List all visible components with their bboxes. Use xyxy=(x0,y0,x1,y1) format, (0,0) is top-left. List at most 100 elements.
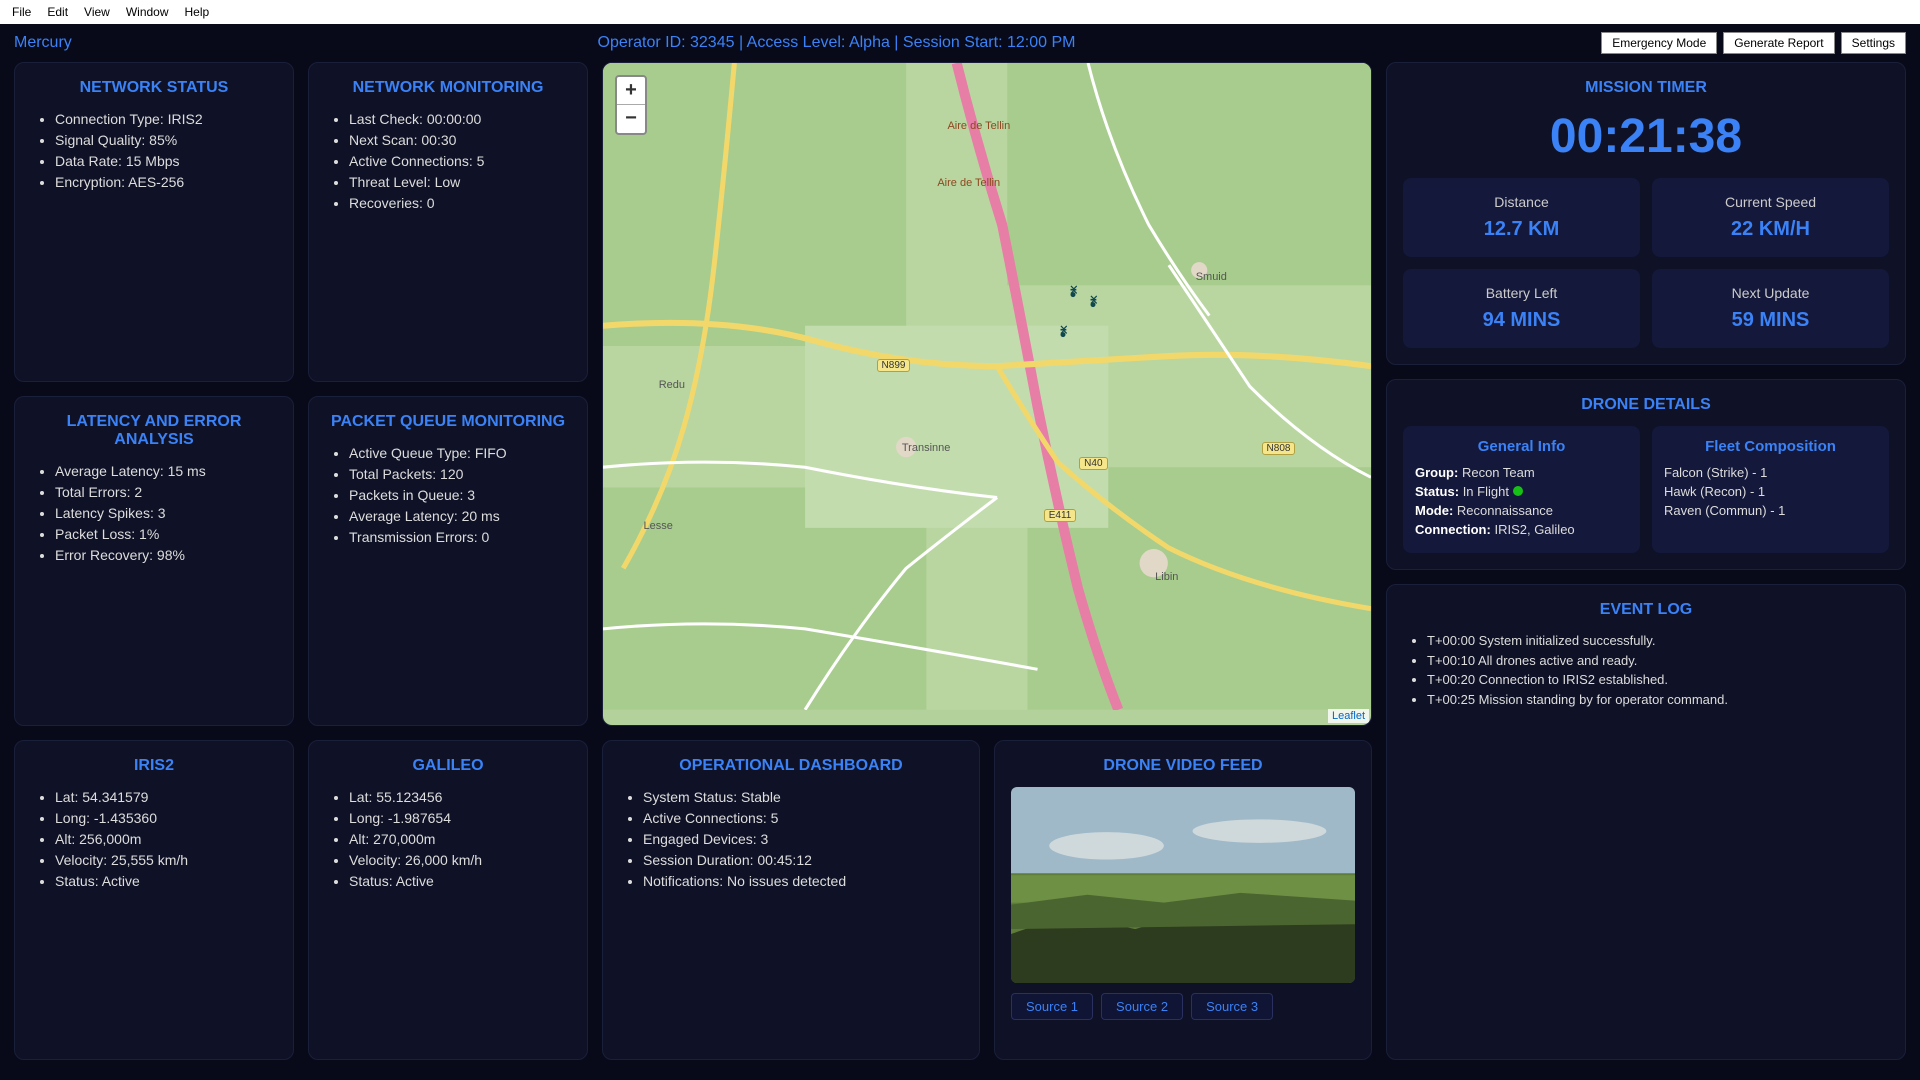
map-place-label: Libin xyxy=(1155,571,1178,583)
map-place-label: Aire de Tellin xyxy=(937,177,1000,189)
stat-value: 94 MINS xyxy=(1411,309,1632,332)
label: Connection: xyxy=(1415,522,1491,537)
topbar: Mercury Operator ID: 32345 | Access Leve… xyxy=(0,24,1920,62)
menu-view[interactable]: View xyxy=(76,5,118,19)
map-place-label: Smuid xyxy=(1196,271,1227,283)
map-place-label: Lesse xyxy=(644,520,673,532)
list-item: Signal Quality: 85% xyxy=(55,130,277,151)
list-item: Status: Active xyxy=(349,871,571,892)
drone-marker-icon xyxy=(1063,283,1083,303)
value: IRIS2, Galileo xyxy=(1494,522,1574,537)
card-title: OPERATIONAL DASHBOARD xyxy=(619,757,963,775)
brand: Mercury xyxy=(14,34,72,52)
list-item: Active Queue Type: FIFO xyxy=(349,443,571,464)
list-item: Long: -1.987654 xyxy=(349,808,571,829)
fleet-item: Falcon (Strike) - 1 xyxy=(1664,465,1877,480)
source-1-button[interactable]: Source 1 xyxy=(1011,993,1093,1020)
source-3-button[interactable]: Source 3 xyxy=(1191,993,1273,1020)
latency-card: LATENCY AND ERROR ANALYSIS Average Laten… xyxy=(14,396,294,726)
menu-help[interactable]: Help xyxy=(177,5,218,19)
emergency-mode-button[interactable]: Emergency Mode xyxy=(1601,32,1717,54)
map-road-label: N899 xyxy=(877,359,911,372)
list-item: Velocity: 25,555 km/h xyxy=(55,850,277,871)
fleet-item: Hawk (Recon) - 1 xyxy=(1664,484,1877,499)
menu-window[interactable]: Window xyxy=(118,5,177,19)
network-status-card: NETWORK STATUS Connection Type: IRIS2 Si… xyxy=(14,62,294,382)
list-item: Data Rate: 15 Mbps xyxy=(55,151,277,172)
fleet-item: Raven (Commun) - 1 xyxy=(1664,503,1877,518)
list-item: T+00:25 Mission standing by for operator… xyxy=(1427,690,1889,710)
drone-details-card: DRONE DETAILS General Info Group: Recon … xyxy=(1386,379,1906,570)
value: Reconnaissance xyxy=(1457,503,1553,518)
card-title: MISSION TIMER xyxy=(1403,79,1889,97)
stat-battery: Battery Left 94 MINS xyxy=(1403,269,1640,348)
stat-value: 22 KM/H xyxy=(1660,218,1881,241)
card-title: DRONE VIDEO FEED xyxy=(1011,757,1355,775)
list-item: Packet Loss: 1% xyxy=(55,524,277,545)
list-item: Alt: 270,000m xyxy=(349,829,571,850)
list-item: Total Packets: 120 xyxy=(349,464,571,485)
map-canvas xyxy=(603,63,1371,710)
card-title: IRIS2 xyxy=(31,757,277,775)
mission-timer-value: 00:21:38 xyxy=(1403,109,1889,164)
settings-button[interactable]: Settings xyxy=(1841,32,1906,54)
status-dot-icon xyxy=(1513,486,1523,496)
card-title: LATENCY AND ERROR ANALYSIS xyxy=(31,413,277,449)
network-monitoring-card: NETWORK MONITORING Last Check: 00:00:00 … xyxy=(308,62,588,382)
list-item: Threat Level: Low xyxy=(349,172,571,193)
label: Mode: xyxy=(1415,503,1453,518)
menubar: File Edit View Window Help xyxy=(0,0,1920,24)
zoom-in-button[interactable]: + xyxy=(617,77,645,105)
menu-edit[interactable]: Edit xyxy=(39,5,76,19)
generate-report-button[interactable]: Generate Report xyxy=(1723,32,1834,54)
map-road-label: N808 xyxy=(1262,442,1296,455)
list-item: Lat: 55.123456 xyxy=(349,787,571,808)
list-item: Alt: 256,000m xyxy=(55,829,277,850)
event-log-card: EVENT LOG T+00:00 System initialized suc… xyxy=(1386,584,1906,1060)
map-panel[interactable]: Aire de Tellin Aire de Tellin Smuid Redu Tra… xyxy=(602,62,1372,726)
source-2-button[interactable]: Source 2 xyxy=(1101,993,1183,1020)
menu-file[interactable]: File xyxy=(4,5,39,19)
list-item: Recoveries: 0 xyxy=(349,193,571,214)
list-item: Lat: 54.341579 xyxy=(55,787,277,808)
map-place-label: Redu xyxy=(659,379,685,391)
subcard-title: General Info xyxy=(1415,438,1628,455)
label: Group: xyxy=(1415,465,1458,480)
card-title: EVENT LOG xyxy=(1403,601,1889,619)
stat-value: 12.7 KM xyxy=(1411,218,1632,241)
map-place-label: Transinne xyxy=(902,442,951,454)
list-item: T+00:20 Connection to IRIS2 established. xyxy=(1427,670,1889,690)
list-item: Average Latency: 15 ms xyxy=(55,461,277,482)
list-item: Connection Type: IRIS2 xyxy=(55,109,277,130)
drone-video-feed-card: DRONE VIDEO FEED Source 1 Source 2 Sourc… xyxy=(994,740,1372,1060)
video-feed-image xyxy=(1011,787,1355,983)
list-item: Session Duration: 00:45:12 xyxy=(643,850,963,871)
map-attribution: Leaflet xyxy=(1328,709,1369,723)
list-item: Average Latency: 20 ms xyxy=(349,506,571,527)
value: Recon Team xyxy=(1462,465,1535,480)
label: Status: xyxy=(1415,484,1459,499)
card-title: NETWORK MONITORING xyxy=(325,79,571,97)
subcard-title: Fleet Composition xyxy=(1664,438,1877,455)
list-item: T+00:10 All drones active and ready. xyxy=(1427,651,1889,671)
map-road-label: E411 xyxy=(1044,509,1077,522)
packet-queue-card: PACKET QUEUE MONITORING Active Queue Typ… xyxy=(308,396,588,726)
map-place-label: Aire de Tellin xyxy=(947,120,1010,132)
list-item: Error Recovery: 98% xyxy=(55,545,277,566)
drone-marker-icon xyxy=(1053,323,1073,343)
card-title: PACKET QUEUE MONITORING xyxy=(325,413,571,431)
list-item: T+00:00 System initialized successfully. xyxy=(1427,631,1889,651)
list-item: Last Check: 00:00:00 xyxy=(349,109,571,130)
list-item: Latency Spikes: 3 xyxy=(55,503,277,524)
zoom-out-button[interactable]: − xyxy=(617,105,645,133)
galileo-card: GALILEO Lat: 55.123456 Long: -1.987654 A… xyxy=(308,740,588,1060)
card-title: NETWORK STATUS xyxy=(31,79,277,97)
list-item: Transmission Errors: 0 xyxy=(349,527,571,548)
list-item: Notifications: No issues detected xyxy=(643,871,963,892)
map-zoom-control: + − xyxy=(615,75,647,135)
list-item: Packets in Queue: 3 xyxy=(349,485,571,506)
list-item: Total Errors: 2 xyxy=(55,482,277,503)
list-item: Engaged Devices: 3 xyxy=(643,829,963,850)
stat-label: Next Update xyxy=(1660,285,1881,301)
stat-next-update: Next Update 59 MINS xyxy=(1652,269,1889,348)
